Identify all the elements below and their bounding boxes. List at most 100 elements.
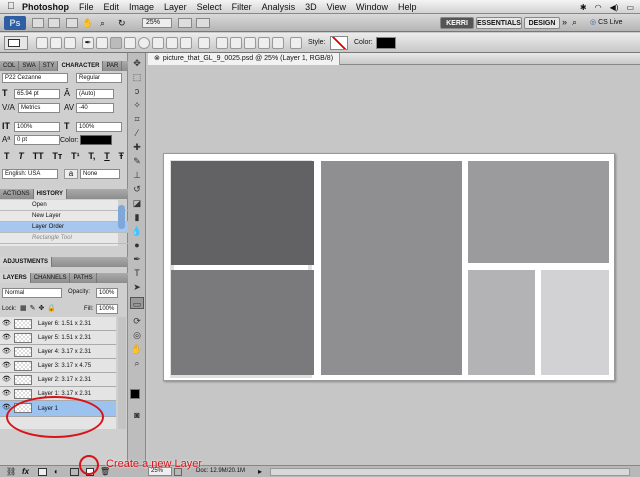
dodge-tool-icon[interactable]: ●	[130, 239, 144, 251]
custom-shape-icon[interactable]	[180, 37, 192, 49]
all-caps-button[interactable]: TT	[33, 151, 44, 163]
history-brush-icon[interactable]: ↺	[130, 183, 144, 195]
launch-mini-bridge-button[interactable]	[48, 18, 60, 28]
exclude-overlap-button[interactable]	[272, 37, 284, 49]
kerning-field[interactable]: Metrics	[18, 103, 60, 113]
quick-select-tool-icon[interactable]: ✧	[130, 99, 144, 111]
tab-character[interactable]: CHARACTER	[58, 61, 104, 71]
quick-mask-icon[interactable]: ◙	[130, 409, 144, 421]
add-mask-icon[interactable]	[38, 468, 47, 476]
tab-color[interactable]: COL	[0, 61, 20, 71]
photo-placeholder-6[interactable]	[541, 270, 609, 375]
subtract-from-shape-button[interactable]	[244, 37, 256, 49]
zoom-tool-icon[interactable]: ⌕	[130, 357, 144, 369]
rectangle-tool-icon[interactable]	[110, 37, 122, 49]
fill-pixels-button[interactable]	[64, 37, 76, 49]
superscript-button[interactable]: T¹	[71, 151, 80, 163]
layer-row[interactable]: 👁 Layer 3: 3.17 x 4.75	[0, 359, 116, 373]
brush-tool-icon[interactable]: ✎	[130, 155, 144, 167]
history-scrollbar[interactable]	[118, 205, 125, 229]
apple-icon[interactable]: 	[0, 1, 22, 12]
rectangle-shape-tool-icon[interactable]: ▭	[130, 297, 144, 309]
history-item[interactable]: Rectangle Tool	[0, 233, 128, 244]
color-swatch[interactable]	[376, 37, 396, 49]
tracking-field[interactable]: -40	[76, 103, 114, 113]
menu-photoshop[interactable]: Photoshop	[22, 2, 69, 12]
link-icon[interactable]	[290, 37, 302, 49]
zoom-level-field[interactable]: 25%	[142, 18, 172, 28]
bluetooth-icon[interactable]: ✱	[580, 3, 587, 12]
photo-placeholder-4[interactable]	[468, 161, 609, 263]
hand-tool-icon[interactable]: ✋	[130, 343, 144, 355]
link-layers-icon[interactable]: ⛓	[6, 467, 16, 476]
opacity-field[interactable]: 100%	[96, 288, 118, 298]
add-to-shape-area-button[interactable]	[230, 37, 242, 49]
visibility-eye-icon[interactable]: 👁	[2, 376, 11, 384]
workspace-more[interactable]: »	[562, 17, 567, 27]
font-size-field[interactable]: 65.94 pt	[14, 89, 60, 99]
visibility-eye-icon[interactable]: 👁	[2, 390, 11, 398]
text-color-swatch[interactable]	[80, 135, 112, 145]
fill-field[interactable]: 100%	[96, 304, 118, 314]
menu-select[interactable]: Select	[197, 2, 222, 12]
layer-style-icon[interactable]: fx	[22, 467, 29, 476]
cs-live-button[interactable]: ◎ CS Live	[590, 18, 623, 26]
adjustment-layer-icon[interactable]: ◐	[54, 467, 59, 476]
create-new-shape-layer-button[interactable]	[216, 37, 228, 49]
horizontal-scrollbar[interactable]	[270, 468, 630, 476]
subscript-button[interactable]: T,	[88, 151, 95, 163]
layer-row[interactable]: 👁 Layer 4: 3.17 x 2.31	[0, 345, 116, 359]
blur-tool-icon[interactable]: 💧	[130, 225, 144, 237]
screen-mode-button[interactable]	[196, 18, 210, 28]
vertical-scale-field[interactable]: 100%	[14, 122, 60, 132]
menu-view[interactable]: View	[327, 2, 346, 12]
shape-layers-button[interactable]	[36, 37, 48, 49]
faux-bold-button[interactable]: T	[4, 151, 10, 163]
paths-button[interactable]	[50, 37, 62, 49]
faux-italic-button[interactable]: T	[18, 151, 24, 163]
underline-button[interactable]: T	[104, 151, 110, 163]
intersect-shape-button[interactable]	[258, 37, 270, 49]
photo-placeholder-1[interactable]	[171, 161, 314, 265]
tab-actions[interactable]: ACTIONS	[0, 189, 34, 199]
type-tool-icon[interactable]: T	[130, 267, 144, 279]
workspace-design[interactable]: DESIGN	[524, 17, 560, 29]
freeform-pen-icon[interactable]	[96, 37, 108, 49]
move-tool-icon[interactable]: ✥	[130, 57, 144, 69]
layer-row[interactable]: 👁 Layer 5: 1.51 x 2.31	[0, 331, 116, 345]
blend-mode-select[interactable]: Normal	[2, 288, 62, 298]
tab-styles[interactable]: STY	[40, 61, 59, 71]
eyedropper-tool-icon[interactable]: ⁄	[130, 127, 144, 139]
anti-alias-select[interactable]: None	[80, 169, 120, 179]
pen-tool-icon[interactable]: ✒	[82, 37, 94, 49]
photo-placeholder-3[interactable]	[321, 161, 462, 375]
leading-field[interactable]: (Auto)	[76, 89, 114, 99]
font-style-select[interactable]: Regular	[76, 73, 122, 83]
tool-preset-picker[interactable]	[4, 36, 28, 50]
lock-icons[interactable]: ▦✎✥🔒	[20, 304, 59, 312]
history-item[interactable]: New Layer	[0, 211, 128, 222]
3d-rotate-tool-icon[interactable]: ⟳	[130, 315, 144, 327]
tab-paragraph[interactable]: PAR	[103, 61, 123, 71]
tab-adjustments[interactable]: ADJUSTMENTS	[0, 257, 53, 267]
language-select[interactable]: English: USA	[2, 169, 58, 179]
visibility-eye-icon[interactable]: 👁	[2, 362, 11, 370]
3d-orbit-tool-icon[interactable]: ◎	[130, 329, 144, 341]
photo-placeholder-5[interactable]	[468, 270, 535, 375]
volume-icon[interactable]: ◀)	[610, 3, 619, 12]
tab-swatches[interactable]: SWA	[19, 61, 40, 71]
tab-history[interactable]: HISTORY	[33, 189, 68, 199]
clone-stamp-icon[interactable]: ⊥	[130, 169, 144, 181]
document-canvas[interactable]	[163, 153, 615, 381]
healing-brush-icon[interactable]: ✚	[130, 141, 144, 153]
geometry-options-icon[interactable]	[198, 37, 210, 49]
battery-icon[interactable]: ▭	[626, 3, 634, 12]
visibility-eye-icon[interactable]: 👁	[2, 348, 11, 356]
eraser-tool-icon[interactable]: ◪	[130, 197, 144, 209]
menu-filter[interactable]: Filter	[232, 2, 252, 12]
menu-edit[interactable]: Edit	[104, 2, 120, 12]
history-item-selected[interactable]: Layer Order	[0, 222, 128, 233]
crop-tool-icon[interactable]: ⌗	[130, 113, 144, 125]
workspace-kerri[interactable]: KERRI	[440, 17, 474, 29]
new-group-icon[interactable]	[70, 468, 79, 476]
